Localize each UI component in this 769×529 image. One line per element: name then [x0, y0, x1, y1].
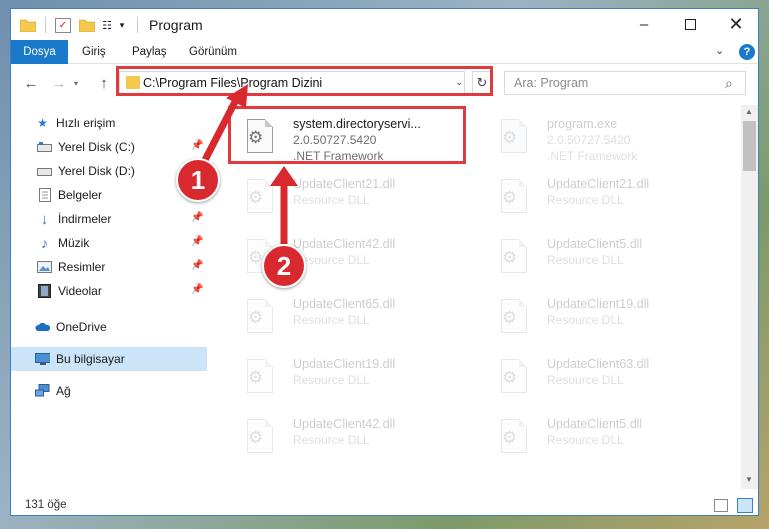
arrow-2-head	[270, 166, 298, 186]
callout-2: 2	[262, 244, 306, 288]
callout-1: 1	[176, 158, 220, 202]
annotation-arrows	[201, 84, 298, 244]
arrow-1-shaft	[201, 94, 242, 162]
